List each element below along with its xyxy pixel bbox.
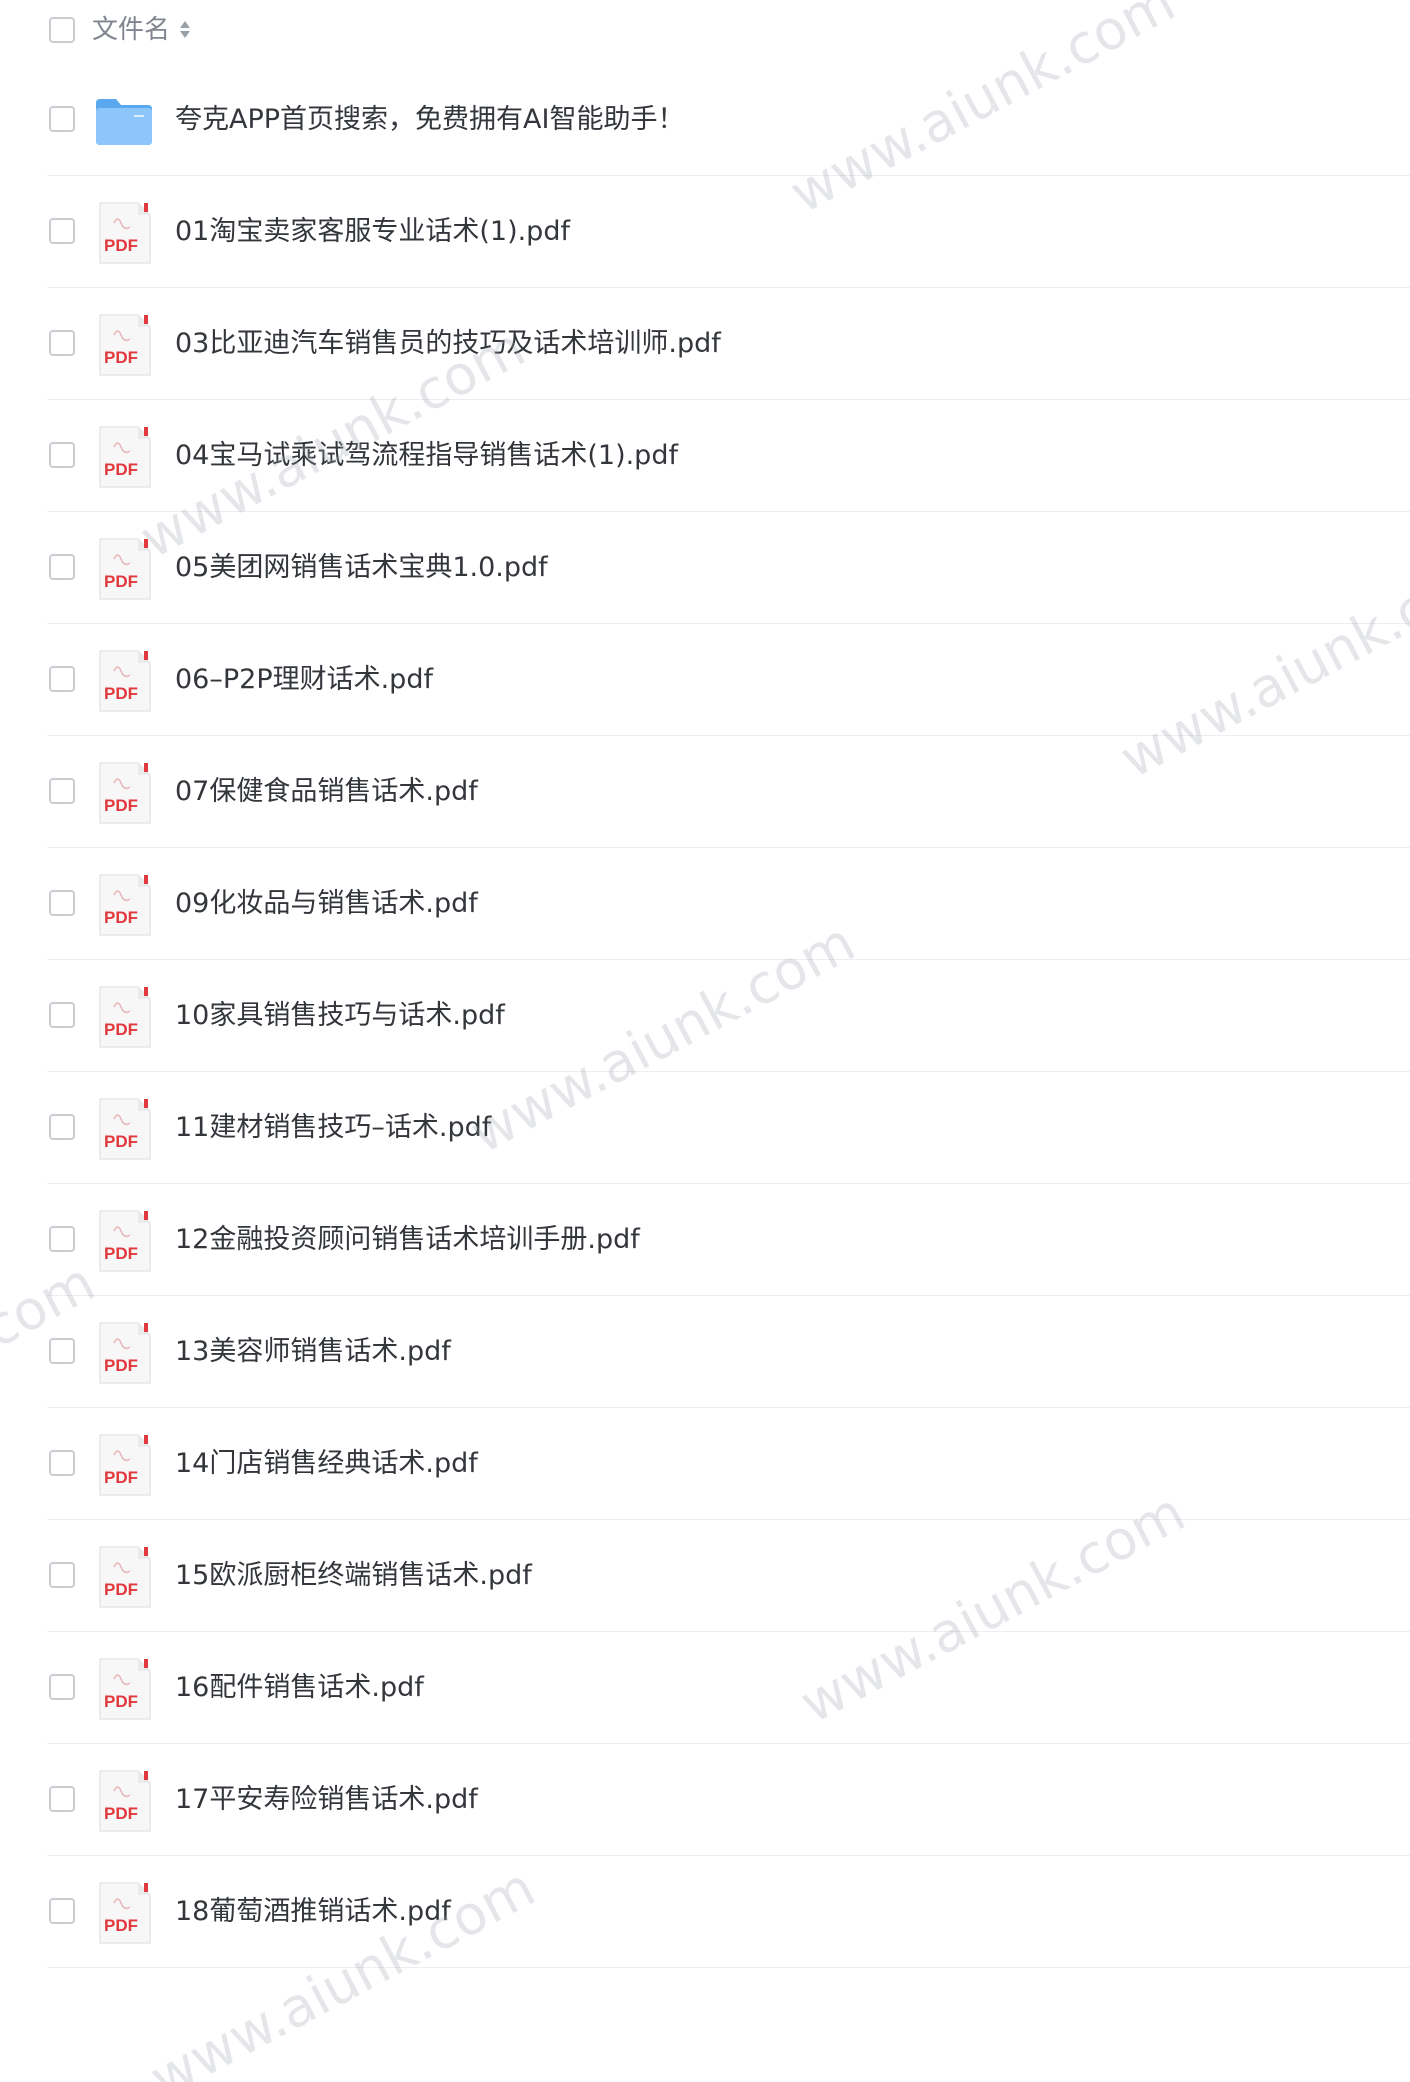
file-name[interactable]: 17平安寿险销售话术.pdf — [175, 1780, 478, 1820]
row-checkbox[interactable] — [49, 330, 75, 356]
pdf-icon-label: PDF — [104, 1580, 138, 1599]
pdf-icon-label: PDF — [104, 1356, 138, 1375]
file-row[interactable]: PDF 18葡萄酒推销话术.pdf — [0, 1856, 1410, 1968]
file-name[interactable]: 10家具销售技巧与话术.pdf — [175, 996, 505, 1036]
folder-icon — [94, 89, 154, 153]
pdf-icon-label: PDF — [104, 1020, 138, 1039]
row-checkbox[interactable] — [49, 1786, 75, 1812]
file-row[interactable]: PDF 05美团网销售话术宝典1.0.pdf — [0, 512, 1410, 624]
pdf-icon-label: PDF — [104, 1692, 138, 1711]
file-name[interactable]: 11建材销售技巧–话术.pdf — [175, 1108, 491, 1148]
pdf-icon-label: PDF — [104, 1244, 138, 1263]
pdf-icon: PDF — [94, 985, 154, 1049]
file-row[interactable]: PDF 17平安寿险销售话术.pdf — [0, 1744, 1410, 1856]
file-name[interactable]: 夸克APP首页搜索，免费拥有AI智能助手！ — [175, 100, 684, 140]
row-checkbox[interactable] — [49, 1674, 75, 1700]
file-row[interactable]: PDF 13美容师销售话术.pdf — [0, 1296, 1410, 1408]
pdf-icon: PDF — [94, 537, 154, 601]
row-checkbox[interactable] — [49, 442, 75, 468]
pdf-icon-label: PDF — [104, 348, 138, 367]
sort-icon[interactable] — [178, 19, 192, 41]
file-name[interactable]: 05美团网销售话术宝典1.0.pdf — [175, 548, 548, 588]
file-row[interactable]: PDF 03比亚迪汽车销售员的技巧及话术培训师.pdf — [0, 288, 1410, 400]
list-header: 文件名 — [0, 0, 1410, 60]
row-checkbox[interactable] — [49, 1002, 75, 1028]
file-row[interactable]: PDF 07保健食品销售话术.pdf — [0, 736, 1410, 848]
file-row[interactable]: PDF 10家具销售技巧与话术.pdf — [0, 960, 1410, 1072]
pdf-icon: PDF — [94, 1433, 154, 1497]
row-checkbox[interactable] — [49, 1114, 75, 1140]
pdf-icon: PDF — [94, 1881, 154, 1945]
file-list: 夸克APP首页搜索，免费拥有AI智能助手！ PDF 01淘宝卖家客服专业话术(1).… — [0, 64, 1410, 1968]
pdf-icon-label: PDF — [104, 1916, 138, 1935]
file-row[interactable]: PDF 14门店销售经典话术.pdf — [0, 1408, 1410, 1520]
file-row[interactable]: PDF 16配件销售话术.pdf — [0, 1632, 1410, 1744]
select-all-checkbox[interactable] — [49, 17, 75, 43]
file-name[interactable]: 16配件销售话术.pdf — [175, 1668, 424, 1708]
file-name[interactable]: 12金融投资顾问销售话术培训手册.pdf — [175, 1220, 640, 1260]
row-checkbox[interactable] — [49, 106, 75, 132]
pdf-icon: PDF — [94, 1545, 154, 1609]
file-name[interactable]: 15欧派厨柜终端销售话术.pdf — [175, 1556, 532, 1596]
file-name[interactable]: 14门店销售经典话术.pdf — [175, 1444, 478, 1484]
file-name[interactable]: 18葡萄酒推销话术.pdf — [175, 1892, 451, 1932]
file-row[interactable]: PDF 12金融投资顾问销售话术培训手册.pdf — [0, 1184, 1410, 1296]
pdf-icon-label: PDF — [104, 1804, 138, 1823]
pdf-icon-label: PDF — [104, 236, 138, 255]
pdf-icon: PDF — [94, 649, 154, 713]
pdf-icon: PDF — [94, 313, 154, 377]
row-checkbox[interactable] — [49, 1450, 75, 1476]
row-checkbox[interactable] — [49, 1226, 75, 1252]
pdf-icon: PDF — [94, 761, 154, 825]
pdf-icon-label: PDF — [104, 460, 138, 479]
row-checkbox[interactable] — [49, 1898, 75, 1924]
pdf-icon: PDF — [94, 1657, 154, 1721]
pdf-icon-label: PDF — [104, 572, 138, 591]
file-name[interactable]: 07保健食品销售话术.pdf — [175, 772, 478, 812]
column-header-label: 文件名 — [92, 15, 171, 45]
pdf-icon: PDF — [94, 1097, 154, 1161]
pdf-icon: PDF — [94, 425, 154, 489]
file-row[interactable]: 夸克APP首页搜索，免费拥有AI智能助手！ — [0, 64, 1410, 176]
file-name[interactable]: 04宝马试乘试驾流程指导销售话术(1).pdf — [175, 436, 678, 476]
row-checkbox[interactable] — [49, 890, 75, 916]
row-checkbox[interactable] — [49, 1562, 75, 1588]
row-checkbox[interactable] — [49, 666, 75, 692]
file-row[interactable]: PDF 09化妆品与销售话术.pdf — [0, 848, 1410, 960]
row-checkbox[interactable] — [49, 554, 75, 580]
pdf-icon-label: PDF — [104, 684, 138, 703]
column-header-filename[interactable]: 文件名 — [92, 12, 192, 48]
row-checkbox[interactable] — [49, 218, 75, 244]
pdf-icon-label: PDF — [104, 908, 138, 927]
row-checkbox[interactable] — [49, 778, 75, 804]
file-row[interactable]: PDF 15欧派厨柜终端销售话术.pdf — [0, 1520, 1410, 1632]
file-row[interactable]: PDF 01淘宝卖家客服专业话术(1).pdf — [0, 176, 1410, 288]
file-row[interactable]: PDF 04宝马试乘试驾流程指导销售话术(1).pdf — [0, 400, 1410, 512]
file-name[interactable]: 06–P2P理财话术.pdf — [175, 660, 433, 700]
file-row[interactable]: PDF 06–P2P理财话术.pdf — [0, 624, 1410, 736]
pdf-icon-label: PDF — [104, 796, 138, 815]
row-checkbox[interactable] — [49, 1338, 75, 1364]
pdf-icon: PDF — [94, 201, 154, 265]
pdf-icon: PDF — [94, 1769, 154, 1833]
file-name[interactable]: 09化妆品与销售话术.pdf — [175, 884, 478, 924]
file-name[interactable]: 01淘宝卖家客服专业话术(1).pdf — [175, 212, 570, 252]
pdf-icon: PDF — [94, 873, 154, 937]
file-row[interactable]: PDF 11建材销售技巧–话术.pdf — [0, 1072, 1410, 1184]
pdf-icon: PDF — [94, 1321, 154, 1385]
pdf-icon-label: PDF — [104, 1468, 138, 1487]
file-name[interactable]: 03比亚迪汽车销售员的技巧及话术培训师.pdf — [175, 324, 721, 364]
pdf-icon: PDF — [94, 1209, 154, 1273]
pdf-icon-label: PDF — [104, 1132, 138, 1151]
file-name[interactable]: 13美容师销售话术.pdf — [175, 1332, 451, 1372]
